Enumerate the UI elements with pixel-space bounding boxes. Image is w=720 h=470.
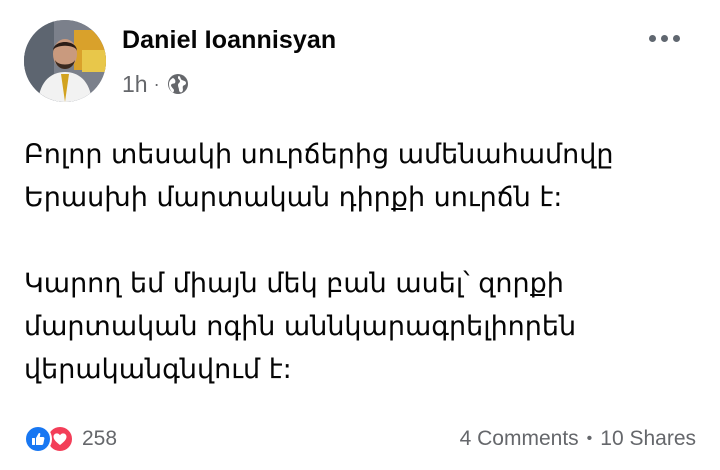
post-body: Բոլոր տեսակի սուրճերից ամենահամովը Երասխ… bbox=[24, 133, 696, 391]
stats-separator: • bbox=[586, 430, 593, 447]
more-dot bbox=[673, 34, 680, 42]
post-paragraph-2: Կարող եմ միայն մեկ բան ասել՝ զորքի մարտա… bbox=[24, 262, 696, 391]
post-line: Բոլոր տեսակի սուրճերից ամենահամովը bbox=[24, 139, 614, 170]
engagement-stats: 4 Comments • 10 Shares bbox=[460, 427, 696, 451]
reaction-count: 258 bbox=[82, 427, 118, 450]
post-header: Daniel Ioannisyan 1h · bbox=[24, 20, 696, 112]
comments-link[interactable]: 4 Comments bbox=[460, 427, 579, 451]
post-line: մարտական ոգին աննկարագրելիորեն bbox=[24, 311, 577, 342]
globe-icon[interactable] bbox=[166, 72, 190, 96]
avatar-photo bbox=[24, 20, 106, 102]
post-paragraph-1: Բոլոր տեսակի սուրճերից ամենահամովը Երասխ… bbox=[24, 133, 696, 219]
shares-link[interactable]: 10 Shares bbox=[600, 427, 696, 451]
more-dot bbox=[649, 34, 656, 42]
post-meta: 1h · bbox=[122, 70, 190, 98]
author-name[interactable]: Daniel Ioannisyan bbox=[122, 26, 336, 55]
post-line: վերականգնվում է: bbox=[24, 354, 292, 385]
avatar[interactable] bbox=[24, 20, 106, 102]
meta-separator: · bbox=[153, 73, 160, 94]
like-icon bbox=[24, 425, 52, 453]
more-dot bbox=[661, 34, 668, 42]
post-footer: 258 4 Comments • 10 Shares bbox=[24, 425, 696, 457]
post-line: Երասխի մարտական դիրքի սուրճն է: bbox=[24, 182, 563, 213]
more-options-button[interactable] bbox=[649, 26, 680, 50]
reactions-summary[interactable]: 258 bbox=[24, 425, 117, 453]
post-line: Կարող եմ միայն մեկ բան ասել՝ զորքի bbox=[24, 268, 564, 299]
post-time[interactable]: 1h bbox=[122, 71, 148, 98]
